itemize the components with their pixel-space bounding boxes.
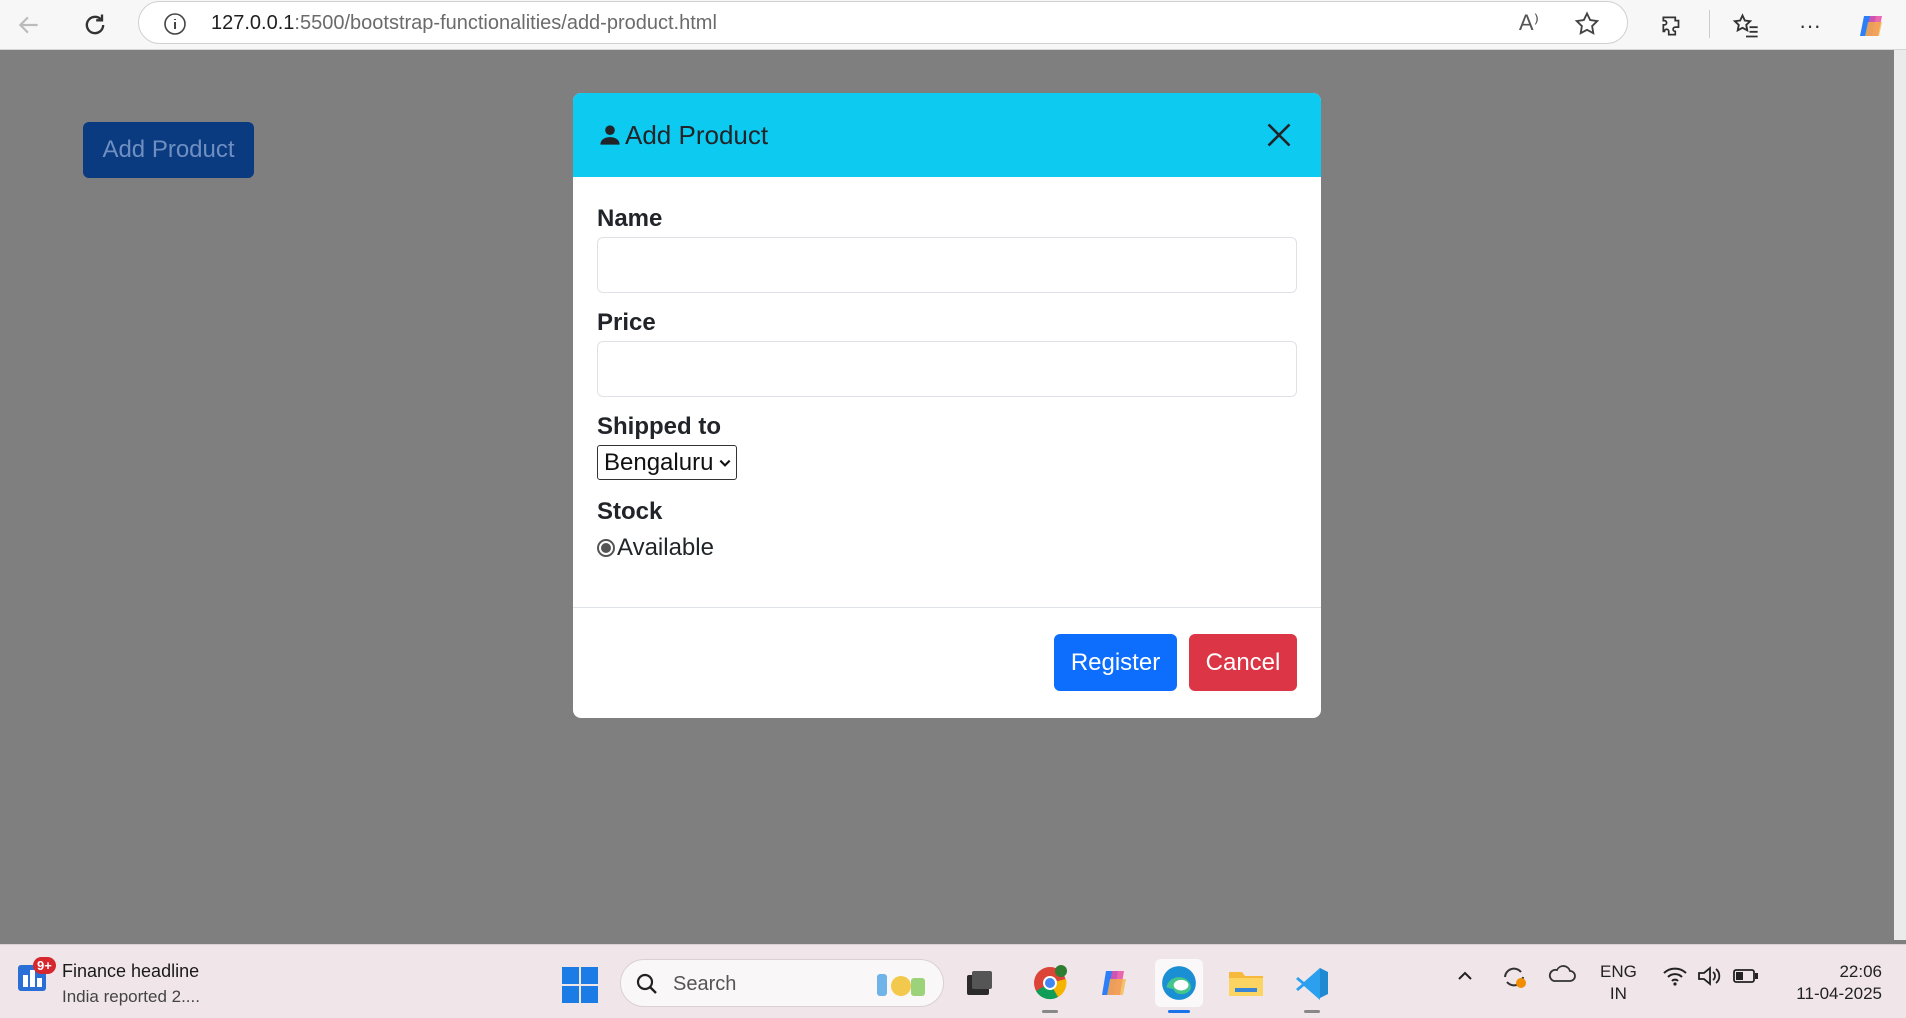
browser-toolbar: 127.0.0.1:5500/bootstrap-functionalities… [0,0,1906,50]
notification-badge: 9+ [33,957,56,974]
address-bar[interactable]: 127.0.0.1:5500/bootstrap-functionalities… [138,1,1628,44]
search-placeholder: Search [673,973,737,995]
toolbar-divider [1709,10,1710,38]
url-host: 127.0.0.1 [211,12,295,34]
chevron-up-icon[interactable] [1456,967,1474,990]
clock-date: 11-04-2025 [1796,984,1882,1003]
region-code: IN [1609,984,1627,1003]
news-headline[interactable]: Finance headline [62,961,199,982]
taskbar-edge[interactable] [1155,959,1203,1013]
person-icon [600,125,620,145]
reload-icon [85,14,105,35]
taskbar-chrome[interactable] [1026,959,1074,1013]
edge-icon [1162,966,1196,1000]
task-view-icon [967,971,992,995]
wifi-icon[interactable] [1662,965,1688,992]
windows-start-icon[interactable] [562,967,598,1003]
stock-label: Stock [597,498,663,525]
sync-icon[interactable] [1500,963,1528,996]
taskbar-copilot[interactable] [1090,959,1138,1007]
modal-title-text: Add Product [625,119,769,150]
info-icon[interactable] [163,12,187,36]
news-subtext[interactable]: India reported 2.... [62,987,200,1007]
vscode-icon [1296,968,1328,1000]
modal-title: Add Product [599,120,768,151]
favorites-icon[interactable] [1726,6,1766,46]
copilot-icon[interactable] [1852,6,1892,46]
modal-header: Add Product [573,93,1321,177]
add-product-modal: Add Product Name Price Shipped to Bengal… [573,93,1321,718]
shipped-to-select[interactable]: Bengaluru [597,445,737,480]
modal-body: Name Price Shipped to Bengaluru Stock Av… [573,177,1321,608]
taskbar-file-explorer[interactable] [1222,959,1270,1007]
clock[interactable]: 22:06 11-04-2025 [1796,961,1882,1005]
volume-icon[interactable] [1697,965,1723,992]
taskbar-task-view[interactable] [955,959,1003,1007]
name-input[interactable] [597,237,1297,293]
battery-icon[interactable] [1733,967,1759,990]
cancel-button[interactable]: Cancel [1189,634,1297,691]
folder-icon [1229,972,1263,996]
copilot-app-icon [1102,971,1126,995]
radio-selected-dot [601,543,611,553]
taskbar-vscode[interactable] [1288,959,1336,1013]
add-product-page-button[interactable]: Add Product [83,122,254,178]
running-indicator [1042,1010,1058,1013]
chrome-icon [1034,965,1067,1000]
onedrive-icon[interactable] [1548,963,1576,992]
active-indicator [1168,1010,1190,1013]
stock-available-radio[interactable] [597,539,615,557]
close-icon [1267,123,1291,147]
url-text[interactable]: 127.0.0.1:5500/bootstrap-functionalities… [211,12,717,35]
language-code: ENG [1600,962,1637,981]
reload-button[interactable] [74,4,116,46]
taskbar-search[interactable]: Search [620,959,944,1007]
chevron-down-icon [719,459,731,467]
search-highlight-icon [877,974,925,996]
search-icon [636,973,657,994]
stock-available-option[interactable]: Available [597,530,1297,566]
price-label: Price [597,309,656,336]
price-input[interactable] [597,341,1297,397]
more-options-icon[interactable]: ··· [1790,6,1830,46]
favorite-star-icon[interactable] [1573,10,1601,38]
running-indicator [1304,1010,1320,1013]
back-arrow-icon [18,16,38,34]
shipped-to-value: Bengaluru [604,448,714,476]
shipped-to-label: Shipped to [597,413,721,440]
url-path: :5500/bootstrap-functionalities/add-prod… [294,12,717,34]
close-button[interactable] [1259,115,1299,155]
clock-time: 22:06 [1839,962,1882,981]
extensions-icon[interactable] [1652,6,1692,46]
language-indicator[interactable]: ENG IN [1600,961,1637,1005]
name-label: Name [597,205,663,232]
back-button[interactable] [8,4,50,46]
taskbar: 9+ Finance headline India reported 2....… [0,944,1906,1018]
stock-available-label: Available [617,534,714,561]
modal-footer: Register Cancel [573,608,1321,717]
register-button[interactable]: Register [1054,634,1177,691]
read-aloud-icon[interactable]: A⁾ [1519,10,1539,36]
page-scrollbar[interactable] [1894,50,1906,940]
